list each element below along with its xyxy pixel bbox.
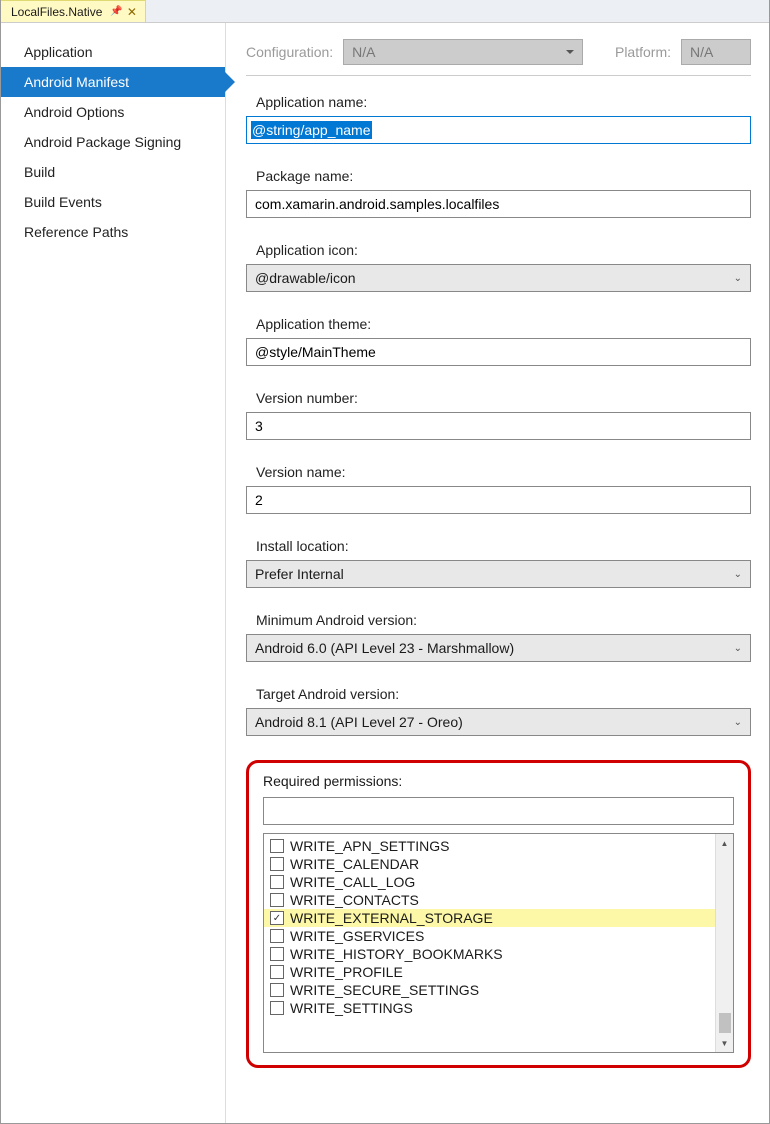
tab-title: LocalFiles.Native xyxy=(11,5,102,19)
chevron-down-icon: ⌄ xyxy=(734,273,742,284)
permissions-filter-input[interactable] xyxy=(263,797,734,825)
target-android-select[interactable]: Android 8.1 (API Level 27 - Oreo) ⌄ xyxy=(246,708,751,736)
permission-label: WRITE_CALL_LOG xyxy=(290,874,415,890)
min-android-select[interactable]: Android 6.0 (API Level 23 - Marshmallow)… xyxy=(246,634,751,662)
sidebar: ApplicationAndroid ManifestAndroid Optio… xyxy=(1,23,226,1123)
checkbox-icon[interactable] xyxy=(270,965,284,979)
permission-label: WRITE_CALENDAR xyxy=(290,856,419,872)
permission-item[interactable]: WRITE_GSERVICES xyxy=(264,927,715,945)
permission-label: WRITE_SETTINGS xyxy=(290,1000,413,1016)
platform-label: Platform: xyxy=(615,44,671,60)
version-name-label: Version name: xyxy=(246,464,751,480)
platform-select: N/A xyxy=(681,39,751,65)
permission-label: WRITE_APN_SETTINGS xyxy=(290,838,449,854)
checkbox-icon[interactable] xyxy=(270,893,284,907)
permissions-label: Required permissions: xyxy=(263,773,734,789)
checkbox-icon[interactable] xyxy=(270,929,284,943)
permission-item[interactable]: WRITE_APN_SETTINGS xyxy=(264,837,715,855)
package-name-label: Package name: xyxy=(246,168,751,184)
install-location-label: Install location: xyxy=(246,538,751,554)
checkbox-icon[interactable] xyxy=(270,983,284,997)
sidebar-item-android-manifest[interactable]: Android Manifest xyxy=(1,67,225,97)
permission-item[interactable]: WRITE_SETTINGS xyxy=(264,999,715,1017)
sidebar-item-application[interactable]: Application xyxy=(1,37,225,67)
version-number-input[interactable] xyxy=(246,412,751,440)
checkbox-icon[interactable] xyxy=(270,1001,284,1015)
package-name-input[interactable] xyxy=(246,190,751,218)
app-name-input[interactable]: @string/app_name xyxy=(246,116,751,144)
chevron-down-icon: ⌄ xyxy=(734,717,742,728)
permissions-section: Required permissions: WRITE_APN_SETTINGS… xyxy=(246,760,751,1068)
configuration-select: N/A xyxy=(343,39,583,65)
permission-label: WRITE_PROFILE xyxy=(290,964,403,980)
config-row: Configuration: N/A Platform: N/A xyxy=(246,39,751,76)
permission-item[interactable]: WRITE_CALENDAR xyxy=(264,855,715,873)
permission-item[interactable]: WRITE_CONTACTS xyxy=(264,891,715,909)
app-icon-label: Application icon: xyxy=(246,242,751,258)
chevron-down-icon: ⌄ xyxy=(734,643,742,654)
scroll-up-icon[interactable]: ▲ xyxy=(721,835,729,851)
checkbox-icon[interactable] xyxy=(270,839,284,853)
checkbox-icon[interactable] xyxy=(270,857,284,871)
chevron-down-icon xyxy=(566,50,574,54)
sidebar-item-build-events[interactable]: Build Events xyxy=(1,187,225,217)
permission-label: WRITE_EXTERNAL_STORAGE xyxy=(290,910,493,926)
pin-icon[interactable]: 📌 xyxy=(110,6,122,17)
permissions-list: WRITE_APN_SETTINGS WRITE_CALENDAR WRITE_CA… xyxy=(263,833,734,1053)
tab-bar: LocalFiles.Native 📌 ✕ xyxy=(1,0,769,23)
sidebar-item-android-options[interactable]: Android Options xyxy=(1,97,225,127)
app-theme-input[interactable] xyxy=(246,338,751,366)
version-name-input[interactable] xyxy=(246,486,751,514)
app-name-label: Application name: xyxy=(246,94,751,110)
min-android-label: Minimum Android version: xyxy=(246,612,751,628)
close-icon[interactable]: ✕ xyxy=(127,5,137,19)
app-icon-select[interactable]: @drawable/icon ⌄ xyxy=(246,264,751,292)
chevron-down-icon: ⌄ xyxy=(734,569,742,580)
checkbox-icon[interactable]: ✓ xyxy=(270,911,284,925)
configuration-label: Configuration: xyxy=(246,44,333,60)
sidebar-item-reference-paths[interactable]: Reference Paths xyxy=(1,217,225,247)
target-android-label: Target Android version: xyxy=(246,686,751,702)
sidebar-item-build[interactable]: Build xyxy=(1,157,225,187)
version-number-label: Version number: xyxy=(246,390,751,406)
content-pane: Configuration: N/A Platform: N/A Applica… xyxy=(226,23,769,1123)
permission-label: WRITE_HISTORY_BOOKMARKS xyxy=(290,946,503,962)
permission-item[interactable]: WRITE_CALL_LOG xyxy=(264,873,715,891)
permission-label: WRITE_GSERVICES xyxy=(290,928,424,944)
scrollbar[interactable]: ▲ ▼ xyxy=(715,834,733,1052)
sidebar-item-android-package-signing[interactable]: Android Package Signing xyxy=(1,127,225,157)
permission-item[interactable]: WRITE_PROFILE xyxy=(264,963,715,981)
permission-label: WRITE_CONTACTS xyxy=(290,892,419,908)
permission-item[interactable]: WRITE_HISTORY_BOOKMARKS xyxy=(264,945,715,963)
app-theme-label: Application theme: xyxy=(246,316,751,332)
checkbox-icon[interactable] xyxy=(270,875,284,889)
checkbox-icon[interactable] xyxy=(270,947,284,961)
permission-item[interactable]: WRITE_SECURE_SETTINGS xyxy=(264,981,715,999)
install-location-select[interactable]: Prefer Internal ⌄ xyxy=(246,560,751,588)
permission-label: WRITE_SECURE_SETTINGS xyxy=(290,982,479,998)
scroll-down-icon[interactable]: ▼ xyxy=(721,1035,729,1051)
permission-item[interactable]: ✓ WRITE_EXTERNAL_STORAGE xyxy=(264,909,715,927)
scroll-thumb[interactable] xyxy=(719,1013,731,1033)
tab-localfiles[interactable]: LocalFiles.Native 📌 ✕ xyxy=(1,0,146,22)
